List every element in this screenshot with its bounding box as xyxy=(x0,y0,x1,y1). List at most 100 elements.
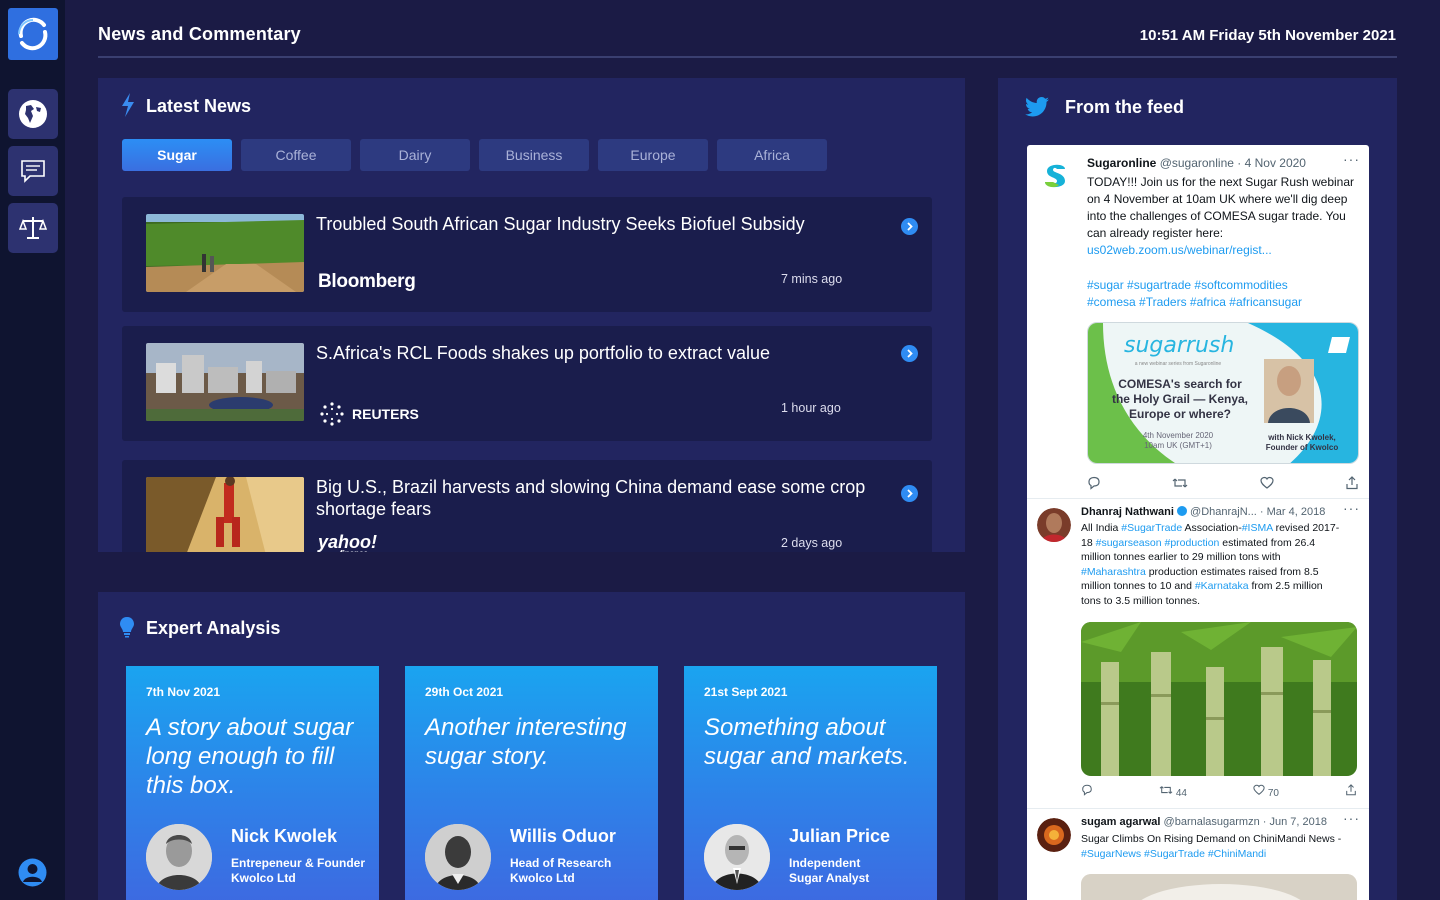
webinar-speaker: with Nick Kwolek, Founder of Kwolco xyxy=(1252,433,1352,453)
tweet-avatar[interactable] xyxy=(1037,818,1071,852)
twitter-timeline[interactable]: Sugaronline @sugaronline · 4 Nov 2020 ··… xyxy=(1027,145,1369,900)
like-count: 70 xyxy=(1267,788,1279,799)
page-title: News and Commentary xyxy=(98,24,301,44)
tweet-handle[interactable]: @sugaronline xyxy=(1160,156,1234,170)
tweet-link[interactable]: us02web.zoom.us/webinar/regist... xyxy=(1087,243,1272,257)
tweet-hashtag-line[interactable]: #comesa #Traders #africa #africansugar xyxy=(1087,295,1302,309)
tweet-divider xyxy=(1027,498,1369,499)
expert-card[interactable]: 21st Sept 2021 Something about sugar and… xyxy=(684,666,937,900)
scale-icon xyxy=(19,217,47,239)
news-headline[interactable]: Troubled South African Sugar Industry Se… xyxy=(316,213,876,235)
tweet-hashtags: #sugar #sugartrade #softcommodities #com… xyxy=(1087,277,1363,311)
webinar-title: COMESA's search for the Holy Grail — Ken… xyxy=(1111,377,1249,421)
text-run: from 2.5 million xyxy=(1248,580,1323,593)
tweet-author[interactable]: Dhanraj Nathwani xyxy=(1081,506,1174,518)
chevron-right-icon[interactable] xyxy=(901,218,918,235)
news-headline[interactable]: S.Africa's RCL Foods shakes up portfolio… xyxy=(316,342,876,364)
tweet-text-main: TODAY!!! Join us for the next Sugar Rush… xyxy=(1087,175,1355,240)
news-headline[interactable]: Big U.S., Brazil harvests and slowing Ch… xyxy=(316,476,876,520)
news-thumbnail xyxy=(146,214,304,292)
tweet-hashtag-line[interactable]: #sugar #sugartrade #softcommodities xyxy=(1087,278,1288,292)
tab-coffee[interactable]: Coffee xyxy=(241,139,351,171)
reply-icon[interactable] xyxy=(1081,784,1093,799)
nav-scale-button[interactable] xyxy=(8,203,58,253)
source-logo-bloomberg: Bloomberg xyxy=(318,271,416,292)
expert-role-line: Independent xyxy=(789,856,861,870)
text-run: All India xyxy=(1081,522,1122,534)
news-card[interactable]: S.Africa's RCL Foods shakes up portfolio… xyxy=(122,326,932,441)
hashtag[interactable]: #sugarseason xyxy=(1096,537,1162,549)
user-icon[interactable] xyxy=(18,858,47,887)
chevron-right-icon[interactable] xyxy=(901,485,918,502)
tweet-text: TODAY!!! Join us for the next Sugar Rush… xyxy=(1087,174,1363,259)
news-time-ago: 7 mins ago xyxy=(781,272,843,286)
tab-sugar[interactable]: Sugar xyxy=(122,139,232,171)
news-card[interactable]: Troubled South African Sugar Industry Se… xyxy=(122,197,932,312)
tweet-date[interactable]: · 4 Nov 2020 xyxy=(1237,156,1306,170)
latest-news-title: Latest News xyxy=(146,96,252,116)
more-options-icon[interactable]: ··· xyxy=(1343,500,1360,516)
reply-icon[interactable] xyxy=(1087,476,1101,493)
retweet-icon xyxy=(1159,786,1173,794)
logo-icon[interactable] xyxy=(8,8,58,60)
expert-analysis-panel: Expert Analysis 7th Nov 2021 A story abo… xyxy=(98,592,965,900)
feed-title: From the feed xyxy=(1065,97,1185,117)
category-tabs: Sugar Coffee Dairy Business Europe Afric… xyxy=(122,139,827,171)
tweet-media-card[interactable]: sugarrush a new webinar series from Suga… xyxy=(1087,322,1359,464)
webinar-tagline: a new webinar series from Sugaronline xyxy=(1134,361,1222,367)
tweet-date[interactable]: · Jun 7, 2018 xyxy=(1263,816,1327,828)
like-icon[interactable] xyxy=(1260,476,1274,493)
tweet-handle[interactable]: @barnalasugarmzn xyxy=(1164,816,1260,828)
expert-name: Nick Kwolek xyxy=(231,826,338,846)
tweet-media-image[interactable] xyxy=(1081,622,1357,776)
hashtag[interactable]: #Maharashtra xyxy=(1081,566,1146,578)
tweet-media-image[interactable] xyxy=(1081,874,1357,900)
expert-org: Kwolco Ltd xyxy=(510,871,575,885)
news-source: REUTERS xyxy=(318,400,419,428)
tab-europe[interactable]: Europe xyxy=(598,139,708,171)
tweet-handle[interactable]: @DhanrajN... xyxy=(1190,506,1257,518)
tweet-author[interactable]: sugam agarwal xyxy=(1081,816,1160,828)
tweet-hashtag-line[interactable]: #SugarNews #SugarTrade #ChiniMandi xyxy=(1081,847,1363,862)
tab-business[interactable]: Business xyxy=(479,139,589,171)
news-card[interactable]: Big U.S., Brazil harvests and slowing Ch… xyxy=(122,460,932,552)
expert-role: Entrepeneur & Founder Kwolco Ltd xyxy=(231,856,376,886)
hashtag[interactable]: #SugarTrade xyxy=(1121,522,1182,534)
hashtag[interactable]: #Karnataka xyxy=(1195,580,1249,592)
retweet-button[interactable]: 44 xyxy=(1159,784,1187,799)
text-run: revised 2017- xyxy=(1272,522,1340,534)
tweet-avatar[interactable] xyxy=(1037,508,1071,542)
tab-dairy[interactable]: Dairy xyxy=(360,139,470,171)
hashtag[interactable]: #ISMA xyxy=(1242,522,1273,534)
more-options-icon[interactable]: ··· xyxy=(1343,151,1360,167)
tweet-actions: 44 70 xyxy=(1081,784,1357,799)
chevron-right-icon[interactable] xyxy=(901,345,918,362)
like-button[interactable]: 70 xyxy=(1253,784,1279,799)
tweet-header: Sugaronline @sugaronline · 4 Nov 2020 xyxy=(1087,156,1306,170)
text-run: Association- xyxy=(1182,522,1242,534)
tweet-avatar[interactable] xyxy=(1035,155,1075,195)
share-icon[interactable] xyxy=(1345,784,1357,799)
header-datetime: 10:51 AM Friday 5th November 2021 xyxy=(1139,27,1396,44)
text-run: estimated from 26.4 xyxy=(1219,536,1316,549)
expert-role-line: Entrepeneur & Founder xyxy=(231,856,366,870)
lightbulb-icon xyxy=(120,617,134,638)
more-options-icon[interactable]: ··· xyxy=(1343,810,1360,826)
tweet-date[interactable]: · Mar 4, 2018 xyxy=(1260,506,1325,518)
expert-card[interactable]: 29th Oct 2021 Another interesting sugar … xyxy=(405,666,658,900)
news-thumbnail xyxy=(146,477,304,552)
share-icon[interactable] xyxy=(1345,476,1359,493)
source-logo-yahoo: yahoo! xyxy=(318,532,378,552)
webinar-speaker-line: with Nick Kwolek, xyxy=(1268,433,1336,442)
expert-card[interactable]: 7th Nov 2021 A story about sugar long en… xyxy=(126,666,379,900)
retweet-icon[interactable] xyxy=(1172,476,1188,493)
tab-africa[interactable]: Africa xyxy=(717,139,827,171)
tweet-text-main: Sugar Climbs On Rising Demand on ChiniMa… xyxy=(1081,833,1342,845)
expert-analysis-title: Expert Analysis xyxy=(146,618,281,638)
nav-chat-button[interactable] xyxy=(8,146,58,196)
tweet-author[interactable]: Sugaronline xyxy=(1087,156,1156,170)
nav-globe-button[interactable] xyxy=(8,89,58,139)
news-time-ago: 1 hour ago xyxy=(781,401,841,415)
hashtag[interactable]: #production xyxy=(1165,537,1220,549)
news-source: Bloomberg xyxy=(318,271,416,293)
